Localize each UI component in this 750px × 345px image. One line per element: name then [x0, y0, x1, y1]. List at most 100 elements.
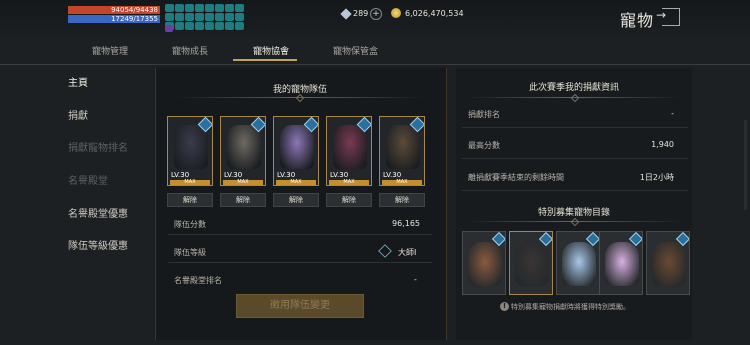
gem-count: 289: [353, 9, 369, 18]
buff-icon[interactable]: [205, 22, 214, 30]
pet-max-bar: MAX: [170, 180, 210, 185]
remove-pet-button[interactable]: 解除: [326, 193, 372, 207]
sidebar-item-donation-ranking[interactable]: 捐獻寵物排名: [68, 139, 128, 154]
pet-portrait: [468, 242, 502, 286]
pet-portrait: [333, 125, 367, 169]
donation-rank-value: -: [671, 109, 674, 118]
sidebar-item-donate[interactable]: 捐獻: [68, 107, 88, 122]
special-pet-card[interactable]: [556, 231, 600, 295]
pet-portrait: [174, 125, 208, 169]
season-remaining-value: 1日2小時: [639, 173, 674, 182]
add-gem-icon[interactable]: +: [370, 8, 382, 20]
buff-icons: [165, 4, 253, 30]
pet-level: LV.30: [383, 171, 402, 179]
pet-portrait: [386, 125, 420, 169]
hall-rank-value: -: [414, 275, 417, 284]
buff-icon[interactable]: [205, 13, 214, 21]
remove-pet-button[interactable]: 解除: [167, 193, 213, 207]
special-pet-card[interactable]: [509, 231, 553, 295]
buff-icon[interactable]: [195, 4, 204, 12]
buff-icon[interactable]: [235, 22, 244, 30]
top-score-label: 最高分數: [468, 141, 500, 150]
pet-portrait: [280, 125, 314, 169]
special-pets-title: 特別募集寵物目錄: [537, 208, 610, 218]
buff-icon[interactable]: [185, 13, 194, 21]
top-score-value: 1,940: [651, 140, 674, 149]
buff-icon[interactable]: [185, 4, 194, 12]
buff-icon[interactable]: [175, 13, 184, 21]
row-divider: [462, 190, 688, 191]
mp-bar: 17249/17355: [68, 15, 160, 23]
buff-icon[interactable]: [215, 4, 224, 12]
gold-amount: 6,026,470,534: [405, 9, 464, 18]
info-icon: !: [500, 302, 509, 311]
sidebar-item-home[interactable]: 主頁: [68, 74, 88, 89]
buff-icon[interactable]: [165, 4, 174, 12]
buff-icon[interactable]: [165, 13, 174, 21]
tab-divider: [0, 64, 750, 65]
buff-icon[interactable]: [195, 22, 204, 30]
sidebar-item-hall-of-fame[interactable]: 名譽殿堂: [68, 172, 108, 187]
buff-icon[interactable]: [225, 13, 234, 21]
remove-pet-button[interactable]: 解除: [379, 193, 425, 207]
row-divider: [168, 234, 432, 235]
team-pet-card[interactable]: LV.30 MAX: [379, 116, 425, 186]
pet-level: LV.30: [171, 171, 190, 179]
buff-icon[interactable]: [235, 4, 244, 12]
team-pet-card[interactable]: LV.30 MAX: [220, 116, 266, 186]
remove-pet-button[interactable]: 解除: [220, 193, 266, 207]
buff-icon[interactable]: [175, 22, 184, 30]
page-title: 寵物: [620, 11, 655, 30]
pet-level: LV.30: [224, 171, 243, 179]
buff-icon[interactable]: [195, 13, 204, 21]
hall-rank-label: 名譽殿堂排名: [174, 276, 222, 285]
buff-icon[interactable]: [235, 13, 244, 21]
team-grade-value: 大師I: [398, 248, 417, 257]
active-tab-indicator: [233, 59, 297, 61]
buff-icon[interactable]: [215, 22, 224, 30]
special-pet-card[interactable]: [599, 231, 643, 295]
pet-max-bar: MAX: [223, 180, 263, 185]
exit-icon[interactable]: [656, 8, 680, 26]
gold-coin-icon: [391, 8, 401, 18]
team-score-label: 隊伍分數: [174, 220, 206, 229]
team-pet-card[interactable]: LV.30 MAX: [326, 116, 372, 186]
tab-pet-association[interactable]: 寵物協會: [253, 44, 289, 57]
buff-icon[interactable]: [215, 13, 224, 21]
pet-portrait: [227, 125, 261, 169]
donation-rank-label: 捐獻排名: [468, 110, 500, 119]
row-divider: [168, 262, 432, 263]
special-pet-card[interactable]: [462, 231, 506, 295]
pet-portrait: [515, 242, 549, 286]
pet-portrait: [562, 242, 596, 286]
team-pet-card[interactable]: LV.30 MAX: [167, 116, 213, 186]
buff-icon[interactable]: [185, 22, 194, 30]
season-title: 此次賽季我的捐獻資訊: [528, 83, 619, 93]
team-grade-label: 隊伍等級: [174, 248, 206, 257]
remove-pet-button[interactable]: 解除: [273, 193, 319, 207]
team-pet-card[interactable]: LV.30 MAX: [273, 116, 319, 186]
pet-max-bar: MAX: [382, 180, 422, 185]
special-pet-card[interactable]: [646, 231, 690, 295]
buff-icon[interactable]: [205, 4, 214, 12]
buff-icon[interactable]: [225, 22, 234, 30]
season-remaining-label: 離捐獻賽季結束的剩餘時間: [468, 173, 564, 182]
tab-pet-management[interactable]: 寵物管理: [92, 44, 128, 57]
scrollbar[interactable]: [744, 120, 747, 210]
special-reward-notice: 特別募集寵物捐獻時將獲得特別獎勵。: [511, 303, 630, 311]
tab-pet-growth[interactable]: 寵物成長: [172, 44, 208, 57]
pet-max-bar: MAX: [329, 180, 369, 185]
pet-portrait: [652, 242, 686, 286]
tab-pet-storage[interactable]: 寵物保管盒: [333, 44, 378, 57]
apply-team-change-button[interactable]: 徵用隊伍變更: [236, 294, 364, 318]
pet-portrait: [605, 242, 639, 286]
pet-level: LV.30: [330, 171, 349, 179]
buff-icon[interactable]: [175, 4, 184, 12]
pet-max-bar: MAX: [276, 180, 316, 185]
sidebar-item-hall-of-fame-benefits[interactable]: 名譽殿堂優惠: [68, 205, 128, 220]
hp-bar: 94054/94438: [68, 6, 160, 14]
sidebar-item-team-level-benefits[interactable]: 隊伍等級優惠: [68, 237, 128, 252]
pet-level: LV.30: [277, 171, 296, 179]
team-score-value: 96,165: [392, 219, 420, 228]
buff-icon[interactable]: [225, 4, 234, 12]
